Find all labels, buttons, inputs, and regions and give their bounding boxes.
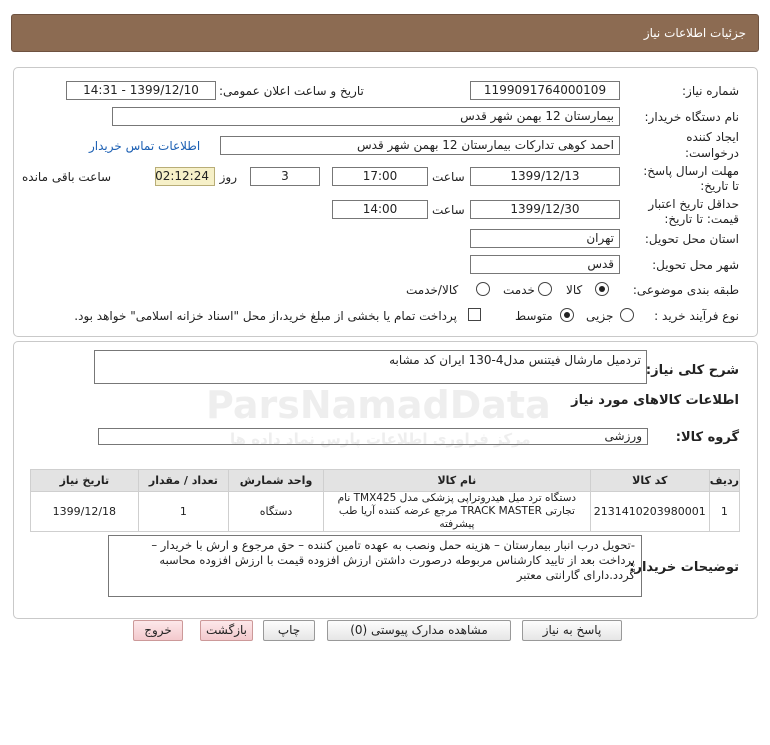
category-goods-service-label: کالا/خدمت bbox=[406, 283, 459, 297]
creator-label-2: درخواست: bbox=[685, 146, 739, 160]
deadline-label: مهلت ارسال پاسخ: bbox=[643, 164, 739, 178]
deadline-label-2: تا تاریخ: bbox=[700, 179, 739, 193]
category-label: طبقه بندی موضوعی: bbox=[632, 283, 739, 297]
table-row: 1 2131410203980001 دستگاه ترد میل هیدروت… bbox=[30, 491, 741, 532]
remaining-days-field: 3 bbox=[250, 167, 320, 186]
page-title: جزئیات اطلاعات نیاز bbox=[643, 26, 746, 40]
process-medium-label: متوسط bbox=[515, 309, 553, 323]
print-button[interactable]: چاپ bbox=[263, 620, 315, 641]
buyer-org-label: نام دستگاه خریدار: bbox=[644, 110, 740, 124]
need-number-field: 1199091764000109 bbox=[470, 81, 620, 100]
page-header: جزئیات اطلاعات نیاز bbox=[11, 14, 759, 52]
category-service-radio[interactable] bbox=[538, 282, 552, 296]
category-service-label: خدمت bbox=[503, 283, 535, 297]
col-row: ردیف bbox=[708, 469, 741, 492]
buyer-notes-label: توضیحات خریدار: bbox=[629, 560, 739, 575]
validity-time-field: 14:00 bbox=[332, 200, 428, 219]
goods-panel: شرح کلی نیاز: تردمیل مارشال فیتنس مدل4-1… bbox=[13, 341, 758, 619]
summary-field: تردمیل مارشال فیتنس مدل4-130 ایران کد مش… bbox=[94, 350, 647, 384]
province-label: استان محل تحویل: bbox=[644, 232, 739, 246]
buyer-notes-field: -تحویل درب انبار بیمارستان – هزینه حمل و… bbox=[108, 535, 642, 597]
cell-name: دستگاه ترد میل هیدروتراپی پزشکی مدل TMX4… bbox=[322, 491, 591, 532]
col-date: تاریخ نیاز bbox=[30, 469, 139, 492]
process-minor-radio[interactable] bbox=[620, 308, 634, 322]
goods-group-field: ورزشی bbox=[98, 428, 648, 445]
treasury-payment-label: پرداخت تمام یا بخشی از مبلغ خرید،از محل … bbox=[74, 309, 457, 323]
province-field: تهران bbox=[470, 229, 620, 248]
city-label: شهر محل تحویل: bbox=[652, 258, 739, 272]
deadline-date-field: 1399/12/13 bbox=[470, 167, 620, 186]
cell-name-line-2: تجارتی TRACK MASTER مرجع عرضه کننده آریا… bbox=[338, 505, 575, 530]
validity-label-2: قیمت: تا تاریخ: bbox=[664, 212, 739, 226]
reply-button[interactable]: پاسخ به نیاز bbox=[522, 620, 622, 641]
col-code: کد کالا bbox=[589, 469, 710, 492]
attachments-button[interactable]: مشاهده مدارک پیوستی (0) bbox=[327, 620, 511, 641]
summary-label: شرح کلی نیاز: bbox=[645, 363, 739, 378]
table-header-row: ردیف کد کالا نام کالا واحد شمارش تعداد /… bbox=[30, 469, 741, 492]
cell-code: 2131410203980001 bbox=[589, 491, 710, 532]
treasury-payment-checkbox[interactable] bbox=[468, 308, 481, 321]
deadline-time-field: 17:00 bbox=[332, 167, 428, 186]
process-minor-label: جزیی bbox=[586, 309, 614, 323]
goods-section-title: اطلاعات کالاهای مورد نیاز bbox=[571, 393, 739, 408]
cell-row: 1 bbox=[708, 491, 741, 532]
back-button[interactable]: بازگشت bbox=[200, 620, 253, 641]
contact-info-link[interactable]: اطلاعات تماس خریدار bbox=[89, 139, 200, 153]
exit-button[interactable]: خروج bbox=[133, 620, 183, 641]
cell-qty: 1 bbox=[137, 491, 230, 532]
city-field: قدس bbox=[470, 255, 620, 274]
col-qty: تعداد / مقدار bbox=[137, 469, 230, 492]
need-number-label: شماره نیاز: bbox=[682, 84, 739, 98]
goods-table: ردیف کد کالا نام کالا واحد شمارش تعداد /… bbox=[30, 469, 741, 532]
category-goods-label: کالا bbox=[566, 283, 583, 297]
validity-label: حداقل تاریخ اعتبار bbox=[648, 197, 739, 211]
col-unit: واحد شمارش bbox=[228, 469, 324, 492]
col-name: نام کالا bbox=[322, 469, 591, 492]
validity-time-label: ساعت bbox=[432, 203, 465, 217]
remaining-time-label: ساعت باقی مانده bbox=[22, 170, 112, 184]
deadline-time-label: ساعت bbox=[432, 170, 465, 184]
goods-group-label: گروه کالا: bbox=[675, 430, 739, 445]
buyer-org-field: بیمارستان 12 بهمن شهر قدس bbox=[112, 107, 620, 126]
creator-field: احمد کوهی تدارکات بیمارستان 12 بهمن شهر … bbox=[220, 136, 620, 155]
category-goods-service-radio[interactable] bbox=[476, 282, 490, 296]
process-medium-radio[interactable] bbox=[560, 308, 574, 322]
announce-date-field: 1399/12/10 - 14:31 bbox=[66, 81, 216, 100]
details-panel: شماره نیاز: 1199091764000109 تاریخ و ساع… bbox=[13, 67, 758, 337]
announce-date-label: تاریخ و ساعت اعلان عمومی: bbox=[219, 84, 364, 98]
process-type-label: نوع فرآیند خرید : bbox=[654, 309, 739, 323]
cell-unit: دستگاه bbox=[228, 491, 324, 532]
remaining-time-field: 02:12:24 bbox=[155, 167, 215, 186]
creator-label: ایجاد کننده bbox=[686, 130, 739, 144]
cell-date: 1399/12/18 bbox=[30, 491, 139, 532]
validity-date-field: 1399/12/30 bbox=[470, 200, 620, 219]
category-goods-radio[interactable] bbox=[595, 282, 609, 296]
cell-name-line-1: دستگاه ترد میل هیدروتراپی پزشکی مدل TMX4… bbox=[337, 492, 577, 504]
